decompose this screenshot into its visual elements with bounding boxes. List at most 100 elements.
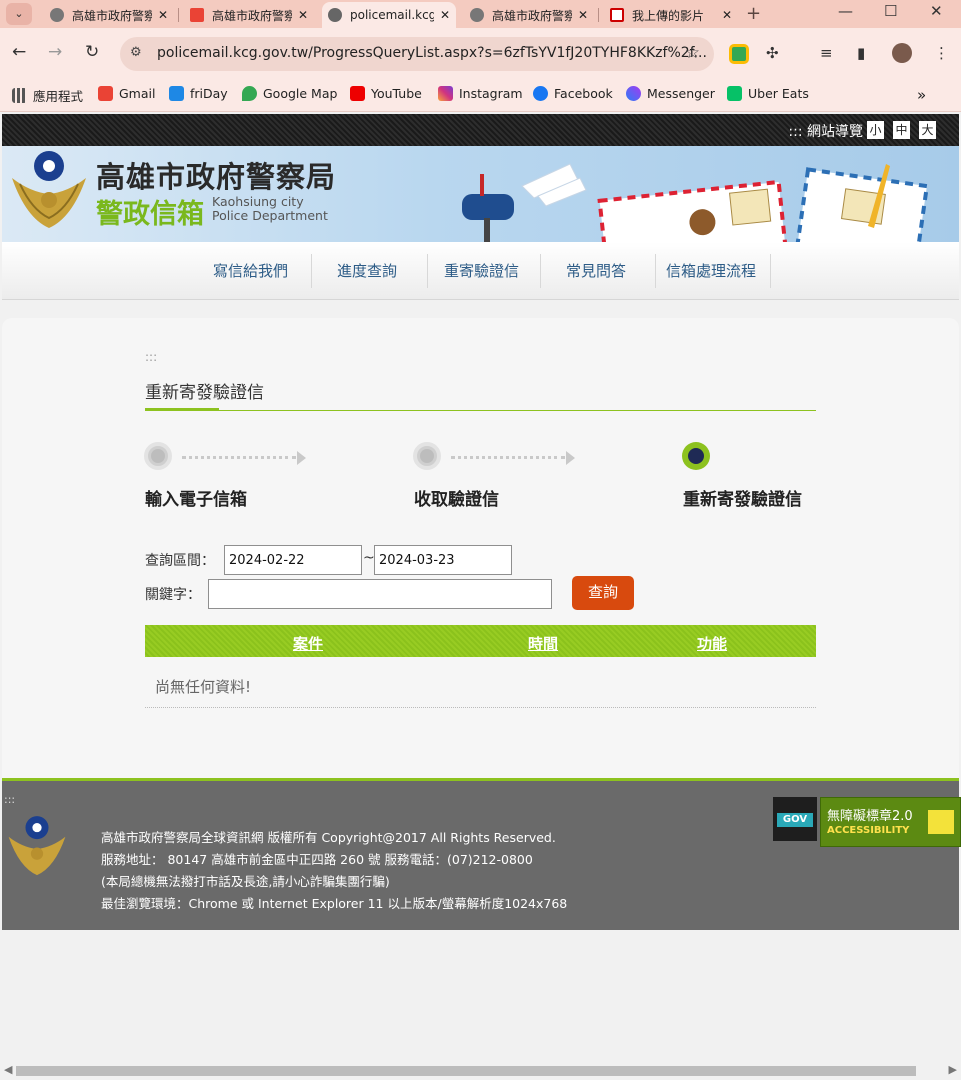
extension-icon[interactable] [729, 44, 749, 64]
banner-english-line-1: Kaohsiung city [212, 194, 304, 209]
close-tab-icon[interactable]: ✕ [298, 8, 308, 22]
date-from-input[interactable] [224, 545, 362, 575]
scroll-right-arrow-icon[interactable]: ▶ [949, 1063, 957, 1076]
title-underline-accent [145, 408, 219, 411]
main-navigation: 寫信給我們 進度查詢 重寄驗證信 常見問答 信箱處理流程 [2, 242, 959, 300]
query-button[interactable]: 查詢 [572, 576, 634, 610]
banner-english-line-2: Police Department [212, 208, 328, 223]
empty-result-message: 尚無任何資料! [155, 678, 252, 696]
police-emblem-logo[interactable] [6, 148, 92, 232]
bookmark-youtube[interactable]: YouTube [350, 86, 422, 101]
header-time[interactable]: 時間 [528, 633, 558, 654]
bookmark-friday[interactable]: friDay [169, 86, 228, 101]
nav-divider [311, 254, 312, 288]
footer-address: 服務地址： 80147 高雄市前金區中正四路 260 號 服務電話：(07)21… [101, 852, 533, 867]
more-menu-icon[interactable]: ⋮ [934, 44, 949, 62]
tab-3-active[interactable]: policemail.kcg ✕ [322, 2, 456, 28]
side-panel-icon[interactable]: ▮ [857, 44, 865, 62]
youtube-icon [350, 86, 365, 101]
uber-eats-icon [727, 86, 742, 101]
nav-mail-process-flow[interactable]: 信箱處理流程 [666, 260, 756, 281]
globe-icon [328, 8, 342, 22]
nav-divider [770, 254, 771, 288]
accessibility-badge[interactable]: 無障礙標章2.0 ACCESSIBILITY [820, 797, 961, 847]
minimize-button[interactable]: — [838, 2, 853, 20]
close-tab-icon[interactable]: ✕ [158, 8, 168, 22]
back-button[interactable]: ← [12, 42, 26, 62]
bookmarks-bar: 應用程式 Gmail friDay Google Map YouTube Ins… [0, 80, 961, 112]
close-window-button[interactable]: ✕ [930, 2, 943, 20]
step-1-label: 輸入電子信箱 [145, 490, 247, 510]
nav-write-to-us[interactable]: 寫信給我們 [213, 260, 288, 281]
title-underline [145, 410, 816, 411]
tab-5[interactable]: 我上傳的影片 ✕ [604, 2, 738, 28]
bookmark-uber-eats[interactable]: Uber Eats [727, 86, 809, 101]
gov-badge[interactable]: GOV [773, 797, 817, 841]
bookmark-messenger[interactable]: Messenger [626, 86, 715, 101]
bookmark-facebook[interactable]: Facebook [533, 86, 613, 101]
reload-button[interactable]: ↻ [85, 42, 99, 62]
bookmark-gmail[interactable]: Gmail [98, 86, 155, 101]
site-footer: ::: 高雄市政府警察局全球資訊網 版權所有 Copyright@2017 Al… [2, 778, 961, 930]
close-tab-icon[interactable]: ✕ [578, 8, 588, 22]
bookmark-instagram[interactable]: Instagram [438, 86, 523, 101]
media-control-icon[interactable]: ≡ [820, 44, 833, 62]
step-2-label: 收取驗證信 [414, 490, 499, 510]
forward-button[interactable]: → [48, 42, 62, 62]
step-2-indicator [413, 442, 441, 470]
footer-copyright: 高雄市政府警察局全球資訊網 版權所有 Copyright@2017 All Ri… [101, 830, 556, 845]
friday-icon [169, 86, 184, 101]
bookmarks-overflow-icon[interactable]: » [917, 86, 926, 104]
accesskey-bottom[interactable]: ::: [4, 793, 15, 806]
bookmark-google-map[interactable]: Google Map [242, 86, 337, 101]
banner-subtitle: 警政信箱 [96, 199, 204, 230]
url-text[interactable]: policemail.kcg.gov.tw/ProgressQueryList.… [157, 45, 707, 61]
close-tab-icon[interactable]: ✕ [440, 8, 450, 22]
close-tab-icon[interactable]: ✕ [722, 8, 732, 22]
step-3-label: 重新寄發驗證信 [683, 490, 802, 510]
banner-title: 高雄市政府警察局 [96, 160, 337, 194]
extensions-puzzle-icon[interactable]: ✣ [766, 44, 779, 62]
tab-4[interactable]: 高雄市政府警察 ✕ [464, 2, 594, 28]
nav-resend-verification[interactable]: 重寄驗證信 [444, 260, 519, 281]
browser-toolbar: ← → ↻ ⚙ policemail.kcg.gov.tw/ProgressQu… [0, 28, 961, 80]
instagram-icon [438, 86, 453, 101]
nav-divider [540, 254, 541, 288]
header-case[interactable]: 案件 [293, 633, 323, 654]
profile-avatar[interactable] [892, 43, 912, 63]
site-guide-link[interactable]: ::: 網站導覽 [788, 121, 863, 141]
tab-1[interactable]: 高雄市政府警察 ✕ [44, 2, 174, 28]
nav-progress-query[interactable]: 進度查詢 [337, 260, 397, 281]
font-medium-button[interactable]: 中 [893, 121, 910, 139]
site-info-icon[interactable]: ⚙ [130, 45, 142, 60]
accesskey-center[interactable]: ::: [145, 350, 157, 364]
nav-divider [655, 254, 656, 288]
scroll-left-arrow-icon[interactable]: ◀ [4, 1063, 12, 1076]
bookmark-star-icon[interactable]: ☆ [685, 43, 700, 63]
font-small-button[interactable]: 小 [867, 121, 884, 139]
tab-2[interactable]: 高雄市政府警察 ✕ [184, 2, 314, 28]
keyword-input[interactable] [208, 579, 552, 609]
horizontal-scrollbar[interactable]: ◀ ▶ [0, 1062, 961, 1080]
font-large-button[interactable]: 大 [919, 121, 936, 139]
step-3-indicator-current [682, 442, 710, 470]
date-range-separator: ~ [363, 550, 375, 566]
tab-divider [178, 8, 179, 22]
accessibility-grid-icon [928, 810, 954, 834]
tab-search-button[interactable]: ⌄ [6, 3, 32, 25]
nav-faq[interactable]: 常見問答 [566, 260, 626, 281]
gmail-icon [98, 86, 113, 101]
step-arrow [451, 451, 575, 465]
maximize-button[interactable]: ☐ [884, 2, 897, 20]
bookmark-apps[interactable]: 應用程式 [12, 86, 83, 105]
date-to-input[interactable] [374, 545, 512, 575]
new-tab-button[interactable]: + [746, 3, 761, 24]
footer-police-emblem [8, 816, 66, 876]
messenger-icon [626, 86, 641, 101]
scrollbar-thumb[interactable] [16, 1066, 916, 1076]
step-1-indicator [144, 442, 172, 470]
studio-icon [610, 8, 624, 22]
address-bar[interactable]: ⚙ policemail.kcg.gov.tw/ProgressQueryLis… [120, 37, 714, 71]
globe-icon [50, 8, 64, 22]
footer-browser-info: 最佳瀏覽環境：Chrome 或 Internet Explorer 11 以上版… [101, 896, 568, 911]
